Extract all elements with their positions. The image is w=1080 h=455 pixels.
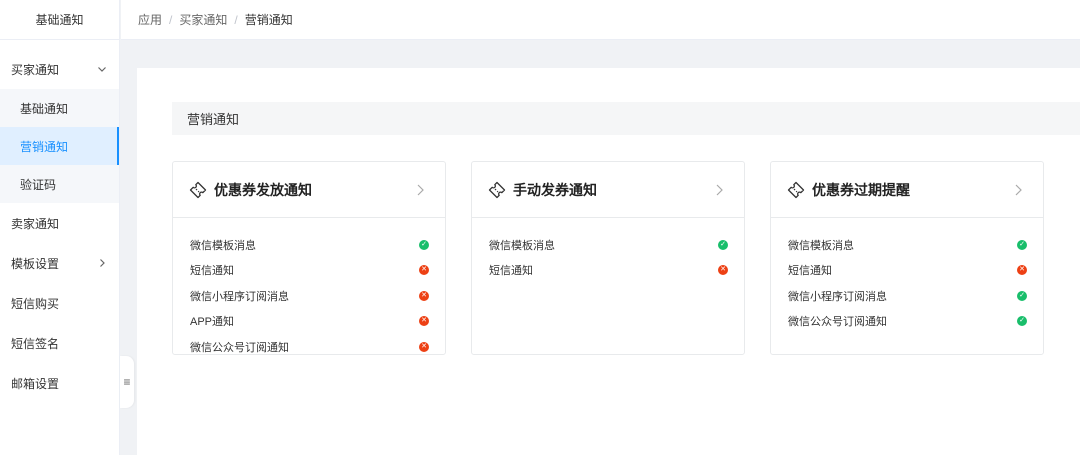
channel-label: APP通知 (190, 316, 235, 329)
breadcrumb-separator: / (234, 12, 238, 27)
card-header[interactable]: 优惠券发放通知 (173, 162, 445, 218)
close-circle-icon: ✕ (419, 265, 429, 276)
chevron-right-icon[interactable] (1013, 180, 1025, 200)
channel-row: APP通知 ✕ (173, 309, 445, 335)
sidebar-item-label: 短信签名 (11, 336, 60, 351)
notice-card-coupon-expire: 优惠券过期提醒 微信模板消息 ✓ 短信通知 ✕ 微信小程序订阅消息 ✓ 微信公众号订阅… (770, 161, 1044, 355)
sidebar-item-seller-notice[interactable]: 卖家通知 (0, 203, 119, 243)
card-title: 优惠券发放通知 (214, 181, 312, 198)
sidebar-item-sms-purchase[interactable]: 短信购买 (0, 283, 119, 323)
sidebar-item-buyer-notice[interactable]: 买家通知 (0, 49, 119, 89)
breadcrumb-item-buyer-notice[interactable]: 买家通知 (179, 11, 227, 28)
chevron-right-icon (97, 243, 107, 283)
channel-label: 微信小程序订阅消息 (788, 290, 887, 303)
channel-label: 微信模板消息 (788, 239, 854, 252)
channel-row: 微信小程序订阅消息 ✓ (771, 283, 1043, 309)
check-circle-icon: ✓ (1017, 316, 1027, 327)
sidebar-item-label: 模板设置 (11, 256, 60, 271)
sidebar-header: 基础通知 (0, 0, 119, 40)
channel-label: 微信模板消息 (190, 239, 256, 252)
sidebar-item-sms-signature[interactable]: 短信签名 (0, 323, 119, 363)
sidebar-item-label: 短信购买 (11, 296, 60, 311)
channel-row: 微信公众号订阅通知 ✓ (771, 309, 1043, 335)
close-circle-icon: ✕ (419, 290, 429, 301)
card-body: 微信模板消息 ✓ 短信通知 ✕ 微信小程序订阅消息 ✕ APP通知 ✕ 微信公众号订阅通… (173, 218, 445, 360)
ticket-icon (189, 181, 207, 198)
card-header[interactable]: 优惠券过期提醒 (771, 162, 1043, 218)
card-header[interactable]: 手动发券通知 (472, 162, 744, 218)
channel-label: 微信公众号订阅通知 (788, 316, 887, 329)
section-title: 营销通知 (172, 102, 1080, 135)
sidebar-collapse-button[interactable]: ≡ (120, 356, 134, 408)
channel-label: 微信模板消息 (489, 239, 555, 252)
channel-row: 微信模板消息 ✓ (771, 232, 1043, 258)
channel-row: 微信模板消息 ✓ (472, 232, 744, 258)
close-circle-icon: ✕ (1017, 265, 1027, 276)
card-body: 微信模板消息 ✓ 短信通知 ✕ 微信小程序订阅消息 ✓ 微信公众号订阅通知 ✓ (771, 218, 1043, 334)
sidebar-subitem-verify-code[interactable]: 验证码 (0, 165, 119, 203)
channel-row: 短信通知 ✕ (173, 258, 445, 284)
sidebar: 基础通知 买家通知 基础通知 营销通知 验证码 卖家通知 模板设置 短信购买 短… (0, 0, 120, 455)
card-title: 优惠券过期提醒 (812, 181, 910, 198)
breadcrumb-separator: / (169, 12, 173, 27)
notice-card-manual-issue: 手动发券通知 微信模板消息 ✓ 短信通知 ✕ (471, 161, 745, 355)
check-circle-icon: ✓ (1017, 290, 1027, 301)
sidebar-item-label: 卖家通知 (11, 216, 60, 231)
ticket-icon (488, 181, 506, 198)
sidebar-item-email-settings[interactable]: 邮箱设置 (0, 363, 119, 403)
channel-label: 短信通知 (489, 265, 533, 278)
breadcrumb-item-app[interactable]: 应用 (138, 11, 162, 28)
channel-label: 微信公众号订阅通知 (190, 341, 289, 354)
sidebar-item-label: 买家通知 (11, 62, 60, 77)
channel-label: 短信通知 (190, 265, 234, 278)
chevron-down-icon (97, 49, 107, 89)
breadcrumb: 应用 / 买家通知 / 营销通知 (121, 0, 1080, 40)
close-circle-icon: ✕ (718, 265, 728, 276)
menu-icon: ≡ (123, 375, 131, 389)
chevron-right-icon[interactable] (415, 180, 427, 200)
ticket-icon (787, 181, 805, 198)
check-circle-icon: ✓ (718, 239, 728, 250)
card-body: 微信模板消息 ✓ 短信通知 ✕ (472, 218, 744, 283)
sidebar-item-template-settings[interactable]: 模板设置 (0, 243, 119, 283)
chevron-right-icon[interactable] (714, 180, 726, 200)
sidebar-item-label: 邮箱设置 (11, 376, 60, 391)
main-content: 营销通知 优惠券发放通知 微信模板消息 ✓ 短信通知 ✕ 微信小程序订阅消息 ✕ AP… (137, 68, 1080, 455)
sidebar-subitem-marketing-notice[interactable]: 营销通知 (0, 127, 119, 165)
channel-label: 微信小程序订阅消息 (190, 290, 289, 303)
sidebar-menu: 买家通知 基础通知 营销通知 验证码 卖家通知 模板设置 短信购买 短信签名 邮… (0, 49, 119, 403)
notice-card-coupon-issue: 优惠券发放通知 微信模板消息 ✓ 短信通知 ✕ 微信小程序订阅消息 ✕ APP通知 ✕ … (172, 161, 446, 355)
close-circle-icon: ✕ (419, 316, 429, 327)
breadcrumb-item-current: 营销通知 (244, 13, 293, 27)
check-circle-icon: ✓ (419, 239, 429, 250)
check-circle-icon: ✓ (1017, 239, 1027, 250)
card-title: 手动发券通知 (513, 181, 597, 198)
channel-row: 微信模板消息 ✓ (173, 232, 445, 258)
close-circle-icon: ✕ (419, 341, 429, 352)
channel-row: 微信公众号订阅通知 ✕ (173, 334, 445, 360)
sidebar-subitem-basic-notice[interactable]: 基础通知 (0, 89, 119, 127)
channel-row: 短信通知 ✕ (771, 258, 1043, 284)
channel-row: 微信小程序订阅消息 ✕ (173, 283, 445, 309)
channel-row: 短信通知 ✕ (472, 258, 744, 284)
channel-label: 短信通知 (788, 265, 832, 278)
